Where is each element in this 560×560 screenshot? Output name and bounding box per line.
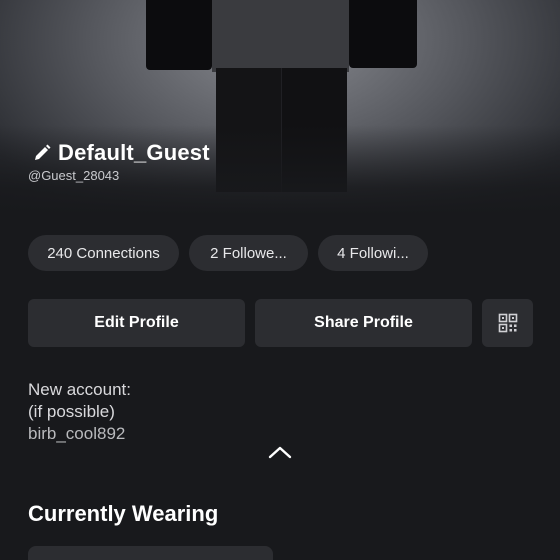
wearing-item-card[interactable]: [28, 546, 273, 560]
avatar-right-arm: [349, 0, 417, 68]
avatar-left-leg: [216, 68, 281, 192]
display-name: Default_Guest: [58, 140, 210, 165]
connections-pill[interactable]: 240 Connections: [28, 235, 179, 271]
chevron-up-icon[interactable]: [266, 443, 294, 461]
avatar-left-arm: [146, 0, 212, 70]
avatar-torso: [212, 0, 349, 72]
bio-line-2: (if possible): [28, 402, 115, 421]
pencil-icon[interactable]: [32, 143, 52, 163]
display-name-row[interactable]: Default_Guest: [32, 140, 210, 166]
profile-bio: New account: (if possible) birb_cool892: [28, 379, 131, 445]
stats-row: 240 Connections 2 Followe... 4 Followi..…: [28, 235, 428, 271]
edit-profile-button[interactable]: Edit Profile: [28, 299, 245, 347]
bio-line-1: New account:: [28, 380, 131, 399]
currently-wearing-heading: Currently Wearing: [28, 501, 219, 526]
following-pill[interactable]: 4 Followi...: [318, 235, 428, 271]
username: @Guest_28043: [28, 168, 120, 183]
followers-pill[interactable]: 2 Followe...: [189, 235, 308, 271]
share-profile-button[interactable]: Share Profile: [255, 299, 472, 347]
qr-code-button[interactable]: [482, 299, 533, 347]
qr-code-icon: [498, 313, 517, 333]
avatar-right-leg: [281, 68, 347, 192]
profile-actions: Edit Profile Share Profile: [28, 299, 533, 347]
bio-line-3: birb_cool892: [28, 424, 126, 443]
